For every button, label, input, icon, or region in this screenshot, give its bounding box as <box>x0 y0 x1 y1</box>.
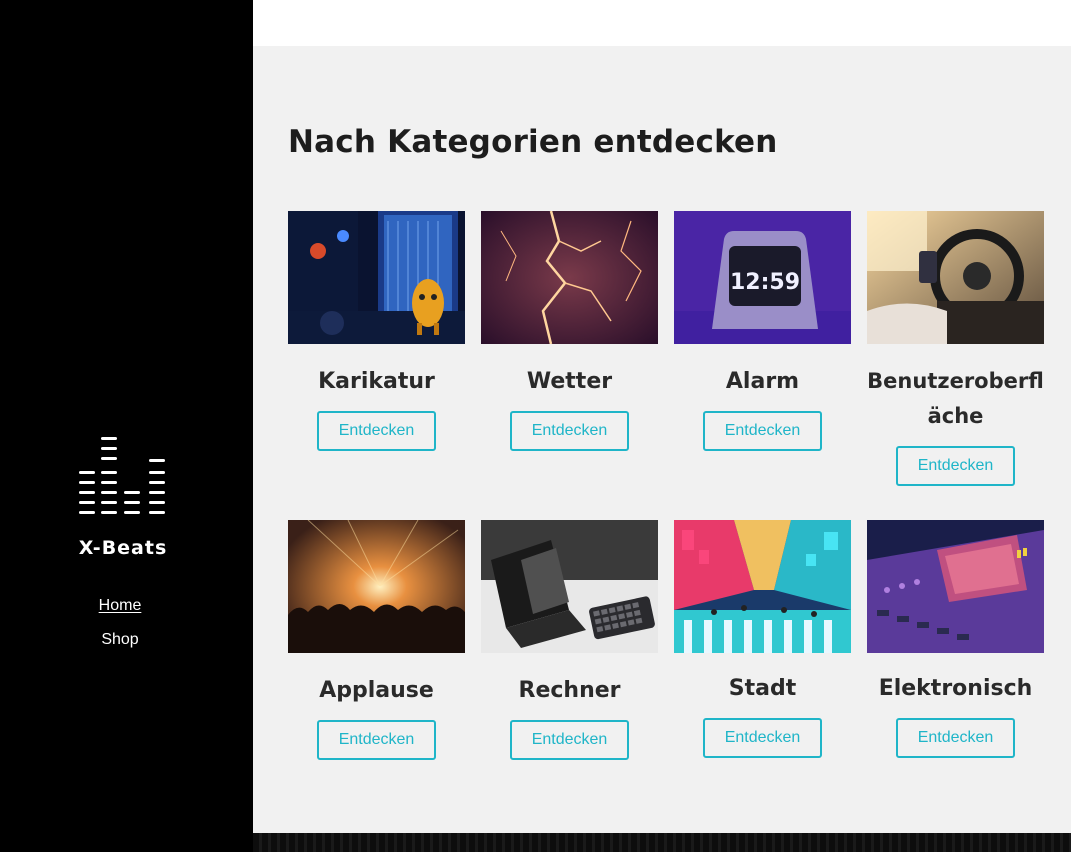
equalizer-logo-icon <box>79 437 165 514</box>
explore-button-karikatur[interactable]: Entdecken <box>317 411 436 451</box>
category-card-rechner: Rechner Entdecken <box>481 520 658 760</box>
explore-button-elektronisch[interactable]: Entdecken <box>896 718 1015 758</box>
category-card-stadt: Stadt Entdecken <box>674 520 851 758</box>
category-image-elektronisch[interactable] <box>867 520 1044 653</box>
page-title: Nach Kategorien entdecken <box>288 124 778 160</box>
category-label: Applause <box>319 678 434 703</box>
category-image-wetter[interactable] <box>481 211 658 344</box>
sidebar-nav: Home Shop <box>0 597 240 665</box>
lightning-image-icon <box>481 211 658 344</box>
category-image-rechner[interactable] <box>481 520 658 653</box>
category-card-wetter: Wetter Entdecken <box>481 211 658 451</box>
brand-name: X-Beats <box>78 537 168 559</box>
explore-button-rechner[interactable]: Entdecken <box>510 720 629 760</box>
explore-button-alarm[interactable]: Entdecken <box>703 411 822 451</box>
clock-digits: 12:59 <box>730 270 800 295</box>
synthesizer-image-icon <box>867 520 1044 653</box>
explore-button-applause[interactable]: Entdecken <box>317 720 436 760</box>
category-image-applause[interactable] <box>288 520 465 653</box>
explore-button-wetter[interactable]: Entdecken <box>510 411 629 451</box>
category-card-karikatur: Karikatur Entdecken <box>288 211 465 451</box>
robot-toy-image-icon <box>288 211 465 344</box>
sidebar: X-Beats Home Shop <box>0 0 253 852</box>
car-dashboard-image-icon <box>867 211 1044 344</box>
bottom-background-strip <box>253 833 1071 852</box>
nav-link-home[interactable]: Home <box>0 597 240 615</box>
category-card-elektronisch: Elektronisch Entdecken <box>867 520 1044 758</box>
category-card-alarm: 12:59 Alarm Entdecken <box>674 211 851 451</box>
concert-crowd-image-icon <box>288 520 465 653</box>
category-label: Wetter <box>526 369 613 394</box>
explore-button-benutzeroberflaeche[interactable]: Entdecken <box>896 446 1015 486</box>
category-label: Karikatur <box>318 369 435 394</box>
category-label: Elektronisch <box>878 676 1033 701</box>
main-content: Nach Kategorien entdecken Karikatur Entd… <box>253 46 1071 833</box>
category-card-applause: Applause Entdecken <box>288 520 465 760</box>
category-image-stadt[interactable] <box>674 520 851 653</box>
explore-button-stadt[interactable]: Entdecken <box>703 718 822 758</box>
alarm-clock-image-icon: 12:59 <box>674 211 851 344</box>
category-label: Benutzeroberfläche <box>867 369 1044 428</box>
top-header-area <box>253 0 1071 46</box>
category-card-benutzeroberflaeche: Benutzeroberfläche Entdecken <box>867 211 1044 486</box>
laptop-keyboard-image-icon <box>481 520 658 653</box>
city-street-image-icon <box>674 520 851 653</box>
category-label: Alarm <box>725 369 800 394</box>
category-label: Rechner <box>518 678 621 703</box>
category-image-benutzeroberflaeche[interactable] <box>867 211 1044 344</box>
category-image-karikatur[interactable] <box>288 211 465 344</box>
nav-link-shop[interactable]: Shop <box>0 631 240 649</box>
category-image-alarm[interactable]: 12:59 <box>674 211 851 344</box>
category-label: Stadt <box>728 676 797 701</box>
